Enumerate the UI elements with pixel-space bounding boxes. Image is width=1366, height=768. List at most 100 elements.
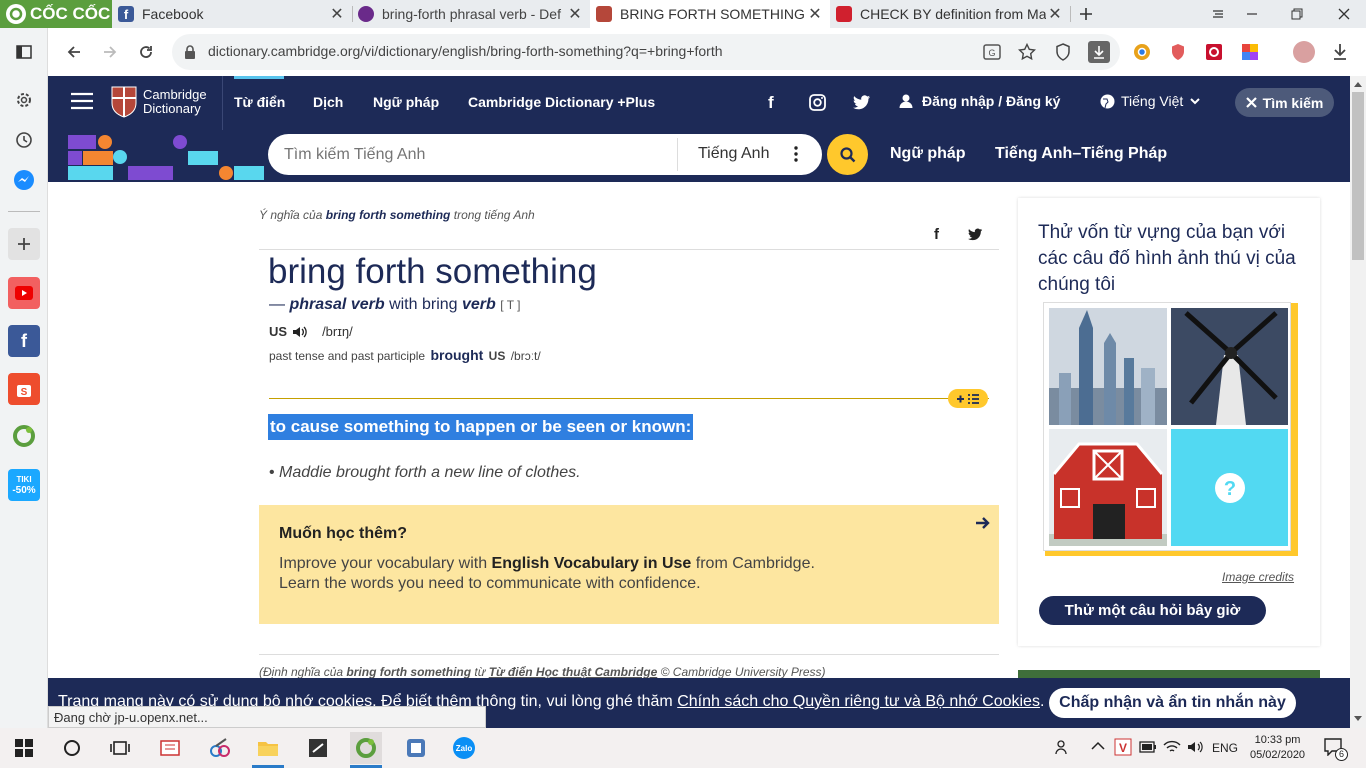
settings-icon[interactable]	[8, 84, 40, 116]
lock-icon[interactable]	[180, 42, 200, 62]
facebook-icon: f	[118, 6, 134, 22]
login-label: Đăng nhập / Đăng ký	[922, 93, 1061, 109]
input-language[interactable]: ENG	[1212, 741, 1238, 755]
scroll-down-arrow-icon[interactable]	[1353, 715, 1363, 723]
more-options-icon[interactable]	[794, 146, 798, 162]
tab-macmillan[interactable]: bring-forth phrasal verb - Def ✕	[352, 0, 590, 28]
people-icon[interactable]	[1055, 739, 1071, 755]
learn-line1-pre: Improve your vocabulary with	[279, 555, 488, 572]
login-link[interactable]: Đăng nhập / Đăng ký	[898, 93, 1060, 109]
extension-red-icon[interactable]	[1204, 42, 1224, 62]
file-explorer-icon[interactable]	[252, 732, 284, 764]
close-icon[interactable]: ✕	[1046, 5, 1064, 23]
history-icon[interactable]	[8, 124, 40, 156]
youtube-icon[interactable]	[8, 277, 40, 309]
restore-button[interactable]	[1277, 0, 1317, 28]
downloads-icon[interactable]	[1330, 42, 1350, 62]
forward-button[interactable]	[96, 38, 124, 66]
coccoc-extension-icon[interactable]	[8, 420, 40, 452]
volume-icon[interactable]	[1187, 740, 1205, 754]
windows-start-icon[interactable]	[8, 732, 40, 764]
url-text[interactable]: dictionary.cambridge.org/vi/dictionary/e…	[208, 43, 723, 59]
battery-icon[interactable]	[1139, 741, 1157, 753]
snipping-tool-icon[interactable]	[204, 732, 236, 764]
link-grammar[interactable]: Ngữ pháp	[890, 145, 966, 163]
new-tab-button[interactable]	[1066, 0, 1106, 28]
mystery-image-tile[interactable]: ?	[1171, 429, 1288, 546]
language-selector[interactable]: Tiếng Việt	[1100, 93, 1201, 109]
cookie-policy-link[interactable]: Chính sách cho Quyền riêng tư và Bộ nhớ …	[677, 693, 1040, 710]
reload-button[interactable]	[132, 38, 160, 66]
hamburger-menu-icon[interactable]	[70, 92, 94, 110]
color-grid-icon[interactable]	[1240, 42, 1260, 62]
search-language[interactable]: Tiếng Anh	[698, 145, 769, 163]
shield-icon[interactable]	[1053, 42, 1073, 62]
share-twitter-icon[interactable]	[968, 228, 983, 241]
close-icon[interactable]: ✕	[806, 5, 824, 23]
nav-plus[interactable]: Cambridge Dictionary +Plus	[468, 94, 655, 110]
zalo-icon[interactable]: Zalo	[448, 732, 480, 764]
ipa: /brɪŋ/	[322, 324, 353, 339]
tab-title: CHECK BY definition from Ma	[860, 6, 1046, 22]
bookmark-star-icon[interactable]	[1017, 42, 1037, 62]
add-to-list-button[interactable]	[948, 389, 988, 408]
link-english-french[interactable]: Tiếng Anh–Tiếng Pháp	[995, 145, 1167, 163]
nav-dictionary[interactable]: Từ điển	[234, 94, 285, 110]
wifi-icon[interactable]	[1163, 739, 1181, 755]
search-toggle-button[interactable]: Tìm kiếm	[1235, 88, 1334, 117]
tray-chevron-up-icon[interactable]	[1091, 741, 1105, 751]
cookie-accept-button[interactable]: Chấp nhận và ẩn tin nhắn này	[1049, 688, 1296, 718]
share-facebook-icon[interactable]: f	[934, 226, 939, 243]
translate-icon[interactable]: G	[982, 42, 1002, 62]
messenger-icon[interactable]	[8, 164, 40, 196]
shopee-icon[interactable]: S	[8, 373, 40, 405]
download-page-icon[interactable]	[1088, 41, 1110, 63]
tab-facebook[interactable]: f Facebook ✕	[112, 0, 352, 28]
tray-vietkey-icon[interactable]: V	[1114, 738, 1132, 756]
arrow-right-icon[interactable]	[975, 515, 991, 531]
clock[interactable]: 10:33 pm 05/02/2020	[1250, 733, 1305, 763]
minimize-button[interactable]	[1232, 0, 1272, 28]
coccoc-menu-button[interactable]: CỐC CỐC	[0, 0, 112, 28]
tab-cambridge-active[interactable]: BRING FORTH SOMETHING | ✕	[590, 0, 830, 28]
scroll-up-arrow-icon[interactable]	[1353, 80, 1363, 88]
try-quiz-button[interactable]: Thử một câu hỏi bây giờ	[1039, 596, 1266, 625]
sticky-app-icon[interactable]	[302, 732, 334, 764]
adblock-icon[interactable]	[1168, 42, 1188, 62]
back-button[interactable]	[60, 38, 88, 66]
speaker-icon[interactable]	[292, 325, 308, 339]
search-input[interactable]	[284, 144, 664, 166]
instagram-icon[interactable]	[809, 94, 826, 111]
nav-grammar[interactable]: Ngữ pháp	[373, 94, 439, 110]
profile-avatar[interactable]	[1293, 41, 1315, 63]
image-credits-link[interactable]: Image credits	[1222, 570, 1294, 584]
chrome-extension-icon[interactable]	[1132, 42, 1152, 62]
task-view-icon[interactable]	[104, 732, 136, 764]
facebook-social-icon[interactable]: f	[768, 93, 774, 113]
plus-list-icon	[957, 393, 979, 404]
header-divider	[222, 76, 223, 130]
tiki-icon[interactable]: TIKI -50%	[8, 469, 40, 501]
app-blue-icon[interactable]	[400, 732, 432, 764]
tab-merriam[interactable]: CHECK BY definition from Ma ✕	[830, 0, 1070, 28]
coccoc-taskbar-icon[interactable]	[350, 732, 382, 764]
nav-translate[interactable]: Dịch	[313, 94, 343, 110]
skyscrapers-image	[1049, 308, 1167, 425]
close-window-button[interactable]	[1324, 0, 1364, 28]
app-tool-icon[interactable]	[154, 732, 186, 764]
past-forms: past tense and past participle brought U…	[269, 347, 541, 363]
cambridge-logo[interactable]: Cambridge Dictionary	[111, 86, 207, 118]
footnote-source[interactable]: Từ điển Học thuật Cambridge	[489, 665, 658, 679]
facebook-shortcut-icon[interactable]: f	[8, 325, 40, 357]
past-word: brought	[430, 347, 484, 363]
learn-book-title[interactable]: English Vocabulary in Use	[492, 555, 692, 572]
scroll-thumb[interactable]	[1352, 92, 1364, 260]
add-shortcut-icon[interactable]	[8, 228, 40, 260]
twitter-icon[interactable]	[853, 95, 871, 110]
sidebar-toggle-icon[interactable]	[8, 36, 40, 68]
close-icon[interactable]: ✕	[566, 5, 584, 23]
macmillan-icon	[358, 6, 374, 22]
close-icon[interactable]: ✕	[328, 5, 346, 23]
search-button[interactable]	[827, 134, 868, 175]
cortana-search-icon[interactable]	[56, 732, 88, 764]
